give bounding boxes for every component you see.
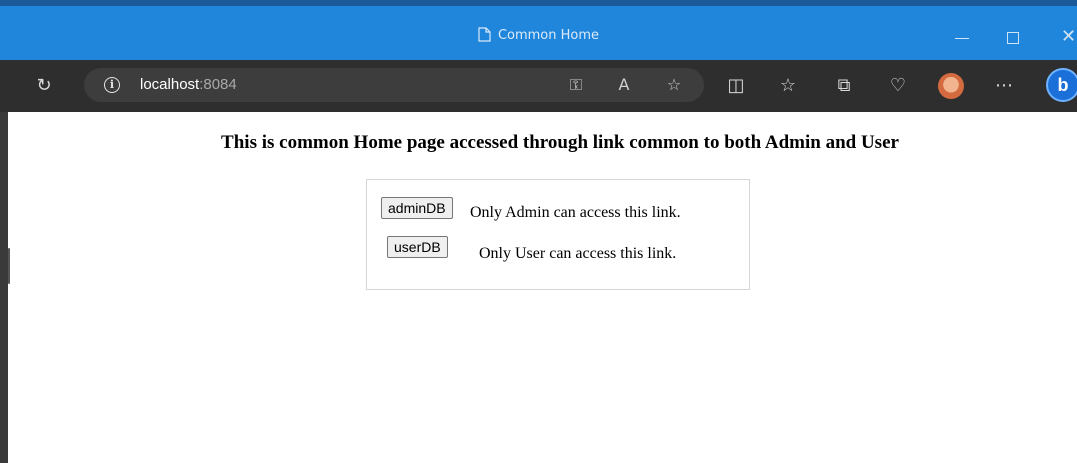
collections-icon[interactable]: ⧉ (830, 72, 858, 100)
window-title: Common Home (0, 27, 1077, 46)
admin-link-description: Only Admin can access this link. (470, 204, 681, 221)
close-icon[interactable]: ✕ (1061, 26, 1076, 47)
browser-toolbar: ↻ i localhost:8084 ⚿ A ☆ ◫ ☆ ⧉ ♡ ⋯ b (0, 60, 1077, 112)
read-aloud-icon[interactable]: A (610, 71, 638, 99)
resize-handle[interactable] (8, 248, 10, 284)
minimize-icon[interactable] (955, 38, 969, 39)
links-panel: adminDB Only Admin can access this link.… (366, 179, 750, 290)
bing-copilot-icon[interactable]: b (1046, 68, 1077, 102)
site-info-icon[interactable]: i (104, 77, 120, 93)
window-title-bar: Common Home ✕ (0, 0, 1077, 60)
page-heading: This is common Home page accessed throug… (221, 132, 899, 153)
admin-db-button[interactable]: adminDB (381, 197, 453, 219)
url-text[interactable]: localhost:8084 (140, 76, 237, 93)
address-bar[interactable]: i localhost:8084 ⚿ A ☆ (84, 68, 704, 102)
user-link-description: Only User can access this link. (479, 245, 677, 262)
left-window-edge (0, 112, 8, 463)
browser-essentials-icon[interactable]: ♡ (884, 72, 912, 100)
maximize-icon[interactable] (1007, 32, 1019, 44)
more-options-icon[interactable]: ⋯ (990, 72, 1018, 100)
user-db-button[interactable]: userDB (387, 236, 448, 258)
page-icon (478, 27, 491, 46)
favorite-star-icon[interactable]: ☆ (660, 71, 688, 99)
profile-avatar[interactable] (938, 73, 964, 99)
favorites-icon[interactable]: ☆ (774, 72, 802, 100)
refresh-icon[interactable]: ↻ (30, 72, 58, 100)
window-title-text: Common Home (497, 28, 600, 43)
split-screen-icon[interactable]: ◫ (722, 72, 750, 100)
password-key-icon[interactable]: ⚿ (562, 71, 590, 99)
url-port: :8084 (199, 76, 237, 93)
url-host: localhost (140, 76, 200, 93)
